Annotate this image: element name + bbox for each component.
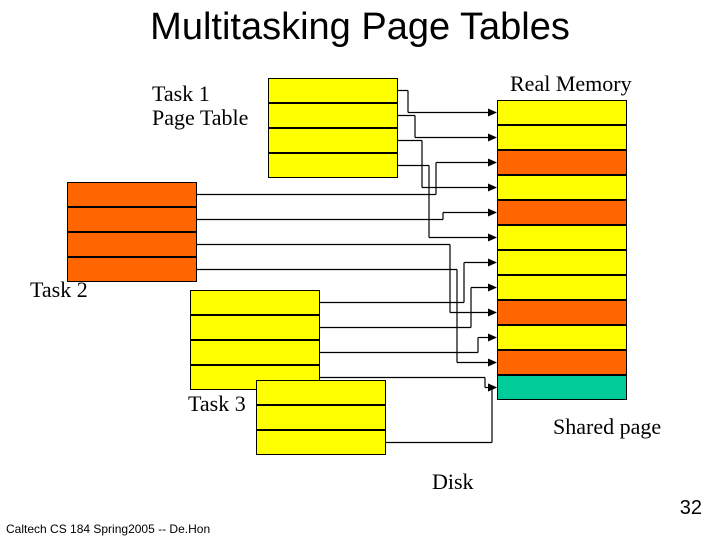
task3-label: Task 3	[188, 392, 246, 416]
shared-page-label: Shared page	[553, 415, 661, 439]
table-row	[497, 225, 627, 250]
table-row	[497, 175, 627, 200]
table-row	[497, 250, 627, 275]
disk-label: Disk	[432, 470, 474, 494]
slide: Multitasking Page Tables Task 1 Page Tab…	[0, 0, 720, 540]
task1-page-table	[268, 78, 398, 178]
task2-lower-table	[190, 290, 320, 390]
table-row	[67, 232, 197, 257]
table-row	[268, 128, 398, 153]
footer-text: Caltech CS 184 Spring2005 -- De.Hon	[6, 522, 210, 536]
table-row	[268, 103, 398, 128]
real-memory-label: Real Memory	[510, 72, 632, 96]
table-row	[497, 375, 627, 400]
task2-upper-table	[67, 182, 197, 282]
table-row	[497, 200, 627, 225]
table-row	[256, 430, 386, 455]
table-row	[268, 153, 398, 178]
table-row	[268, 78, 398, 103]
table-row	[497, 100, 627, 125]
task1-label: Task 1 Page Table	[152, 82, 248, 130]
table-row	[67, 207, 197, 232]
table-row	[497, 300, 627, 325]
table-row	[497, 275, 627, 300]
table-row	[190, 315, 320, 340]
table-row	[497, 350, 627, 375]
table-row	[256, 405, 386, 430]
table-row	[256, 380, 386, 405]
table-row	[497, 325, 627, 350]
page-title: Multitasking Page Tables	[0, 6, 720, 49]
task3-page-table	[256, 380, 386, 455]
table-row	[190, 290, 320, 315]
table-row	[67, 182, 197, 207]
table-row	[190, 340, 320, 365]
table-row	[497, 125, 627, 150]
table-row	[497, 150, 627, 175]
slide-number: 32	[680, 497, 702, 520]
real-memory-column	[497, 100, 627, 400]
table-row	[67, 257, 197, 282]
